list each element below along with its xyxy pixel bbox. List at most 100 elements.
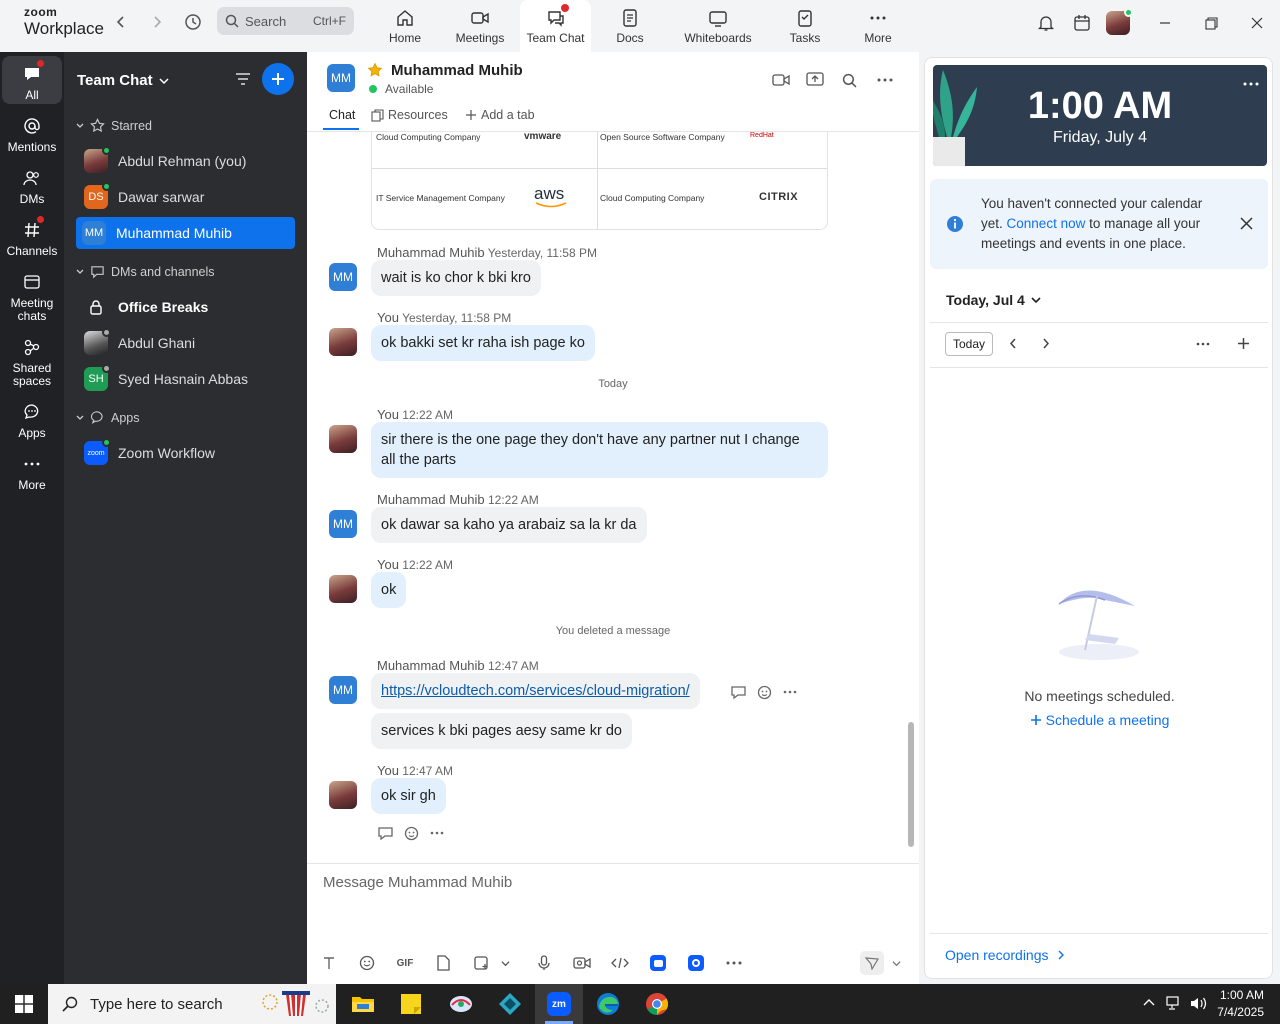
- message-avatar[interactable]: MM: [329, 676, 357, 704]
- message-bubble[interactable]: ok dawar sa kaho ya arabaiz sa la kr da: [371, 507, 647, 543]
- chrome-browser-icon[interactable]: [633, 984, 681, 1024]
- chat-header-avatar[interactable]: MM: [327, 64, 355, 92]
- clock-more-icon[interactable]: [1243, 82, 1259, 86]
- add-tab-button[interactable]: Add a tab: [465, 108, 535, 122]
- profile-avatar[interactable]: [1106, 8, 1133, 35]
- search-box[interactable]: Search Ctrl+F: [217, 7, 354, 35]
- sidebar-item-zoom-workflow[interactable]: zoom Zoom Workflow: [76, 437, 295, 469]
- rail-dms[interactable]: DMs: [2, 166, 62, 206]
- screenshot-icon[interactable]: [471, 953, 491, 973]
- rail-shared-spaces[interactable]: Shared spaces: [2, 335, 62, 388]
- sidebar-item-office-breaks[interactable]: Office Breaks: [76, 291, 295, 323]
- sidebar-title[interactable]: Team Chat: [77, 72, 169, 89]
- prev-day-icon[interactable]: [1009, 338, 1017, 349]
- star-filled-icon[interactable]: [367, 62, 383, 78]
- gif-button[interactable]: GIF: [395, 953, 415, 973]
- new-chat-button[interactable]: [262, 63, 294, 95]
- message-link[interactable]: https://vcloudtech.com/services/cloud-mi…: [381, 683, 690, 699]
- message-bubble[interactable]: wait is ko chor k bki kro: [371, 260, 541, 296]
- app-integration-icon[interactable]: [648, 953, 668, 973]
- back-icon[interactable]: [110, 11, 132, 33]
- rail-apps[interactable]: Apps: [2, 400, 62, 440]
- app-icon-colorful[interactable]: [437, 984, 485, 1024]
- emoji-react-icon[interactable]: [404, 825, 420, 841]
- video-call-icon[interactable]: [771, 70, 791, 90]
- sidebar-item-muhammad-muhib[interactable]: MM Muhammad Muhib: [76, 217, 295, 249]
- tab-more[interactable]: More: [856, 0, 900, 52]
- emoji-icon[interactable]: [357, 953, 377, 973]
- message-sender[interactable]: Muhammad Muhib: [377, 245, 485, 260]
- tray-chevron-up-icon[interactable]: [1143, 997, 1155, 1009]
- tab-meetings[interactable]: Meetings: [450, 0, 510, 52]
- schedule-meeting-link[interactable]: Schedule a meeting: [925, 712, 1274, 728]
- message-avatar[interactable]: [329, 328, 357, 356]
- tab-home[interactable]: Home: [380, 0, 430, 52]
- section-dms-channels[interactable]: DMs and channels: [76, 264, 215, 279]
- close-icon[interactable]: [1245, 11, 1269, 35]
- next-day-icon[interactable]: [1042, 338, 1050, 349]
- app-icon-diamond[interactable]: [486, 984, 534, 1024]
- sidebar-item-dawar-sarwar[interactable]: DS Dawar sarwar: [76, 181, 295, 213]
- message-bubble[interactable]: ok sir gh: [371, 778, 446, 814]
- volume-icon[interactable]: [1190, 996, 1208, 1011]
- calendar-more-icon[interactable]: [1196, 342, 1210, 346]
- send-options-chevron-icon[interactable]: [886, 953, 906, 973]
- more-options-icon[interactable]: [430, 831, 444, 835]
- microphone-icon[interactable]: [534, 953, 554, 973]
- more-tools-icon[interactable]: [724, 953, 744, 973]
- message-avatar[interactable]: [329, 575, 357, 603]
- message-bubble[interactable]: ok: [371, 572, 407, 608]
- message-avatar[interactable]: MM: [329, 510, 357, 538]
- restore-icon[interactable]: [1199, 11, 1223, 35]
- filter-icon[interactable]: [234, 70, 252, 88]
- tab-docs[interactable]: Docs: [608, 0, 652, 52]
- section-apps[interactable]: Apps: [76, 410, 140, 425]
- close-icon[interactable]: [1240, 217, 1253, 230]
- add-event-icon[interactable]: [1237, 337, 1250, 350]
- more-options-icon[interactable]: [875, 70, 895, 90]
- rail-mentions[interactable]: Mentions: [2, 114, 62, 154]
- tab-chat[interactable]: Chat: [329, 108, 355, 122]
- tab-whiteboards[interactable]: Whiteboards: [678, 0, 758, 52]
- zoom-app-icon[interactable]: [686, 953, 706, 973]
- connect-now-link[interactable]: Connect now: [1007, 216, 1086, 231]
- chevron-down-icon[interactable]: [495, 953, 515, 973]
- network-icon[interactable]: [1166, 996, 1182, 1011]
- sidebar-item-abdul-ghani[interactable]: Abdul Ghani: [76, 327, 295, 359]
- system-clock[interactable]: 1:00 AM 7/4/2025: [1217, 987, 1264, 1021]
- rail-all[interactable]: All: [2, 56, 62, 104]
- calendar-icon[interactable]: [1070, 11, 1094, 35]
- edge-browser-icon[interactable]: [584, 984, 632, 1024]
- sidebar-item-abdul-rehman[interactable]: Abdul Rehman (you): [76, 145, 295, 177]
- send-button[interactable]: [860, 951, 884, 975]
- format-text-icon[interactable]: [319, 953, 339, 973]
- message-bubble[interactable]: https://vcloudtech.com/services/cloud-mi…: [371, 673, 700, 709]
- chat-scrollbar[interactable]: [908, 722, 914, 847]
- attach-file-icon[interactable]: [433, 953, 453, 973]
- code-snippet-icon[interactable]: [610, 953, 630, 973]
- message-sender[interactable]: Muhammad Muhib: [377, 658, 485, 673]
- reply-icon[interactable]: [377, 826, 394, 841]
- bell-icon[interactable]: [1034, 11, 1058, 35]
- minimize-icon[interactable]: [1153, 11, 1177, 35]
- message-avatar[interactable]: [329, 781, 357, 809]
- message-bubble[interactable]: services k bki pages aesy same kr do: [371, 713, 632, 749]
- history-icon[interactable]: [182, 11, 204, 33]
- message-bubble[interactable]: sir there is the one page they don't hav…: [371, 422, 828, 478]
- message-input[interactable]: Message Muhammad Muhib: [323, 874, 512, 891]
- emoji-react-icon[interactable]: [757, 684, 773, 700]
- message-sender[interactable]: Muhammad Muhib: [377, 492, 485, 507]
- tab-resources[interactable]: Resources: [371, 108, 448, 122]
- taskbar-search[interactable]: Type here to search: [48, 984, 336, 1024]
- more-options-icon[interactable]: [783, 690, 797, 694]
- image-preview-card[interactable]: Cloud Computing Company vmware Open Sour…: [371, 132, 828, 230]
- message-bubble[interactable]: ok bakki set kr raha ish page ko: [371, 325, 595, 361]
- message-avatar[interactable]: MM: [329, 263, 357, 291]
- video-message-icon[interactable]: [572, 953, 592, 973]
- today-button[interactable]: Today: [945, 332, 993, 356]
- chat-title[interactable]: Muhammad Muhib: [391, 62, 523, 79]
- windows-start-icon[interactable]: [0, 984, 48, 1024]
- search-icon[interactable]: [839, 70, 859, 90]
- tab-team-chat[interactable]: Team Chat: [520, 0, 591, 52]
- rail-more[interactable]: More: [2, 452, 62, 492]
